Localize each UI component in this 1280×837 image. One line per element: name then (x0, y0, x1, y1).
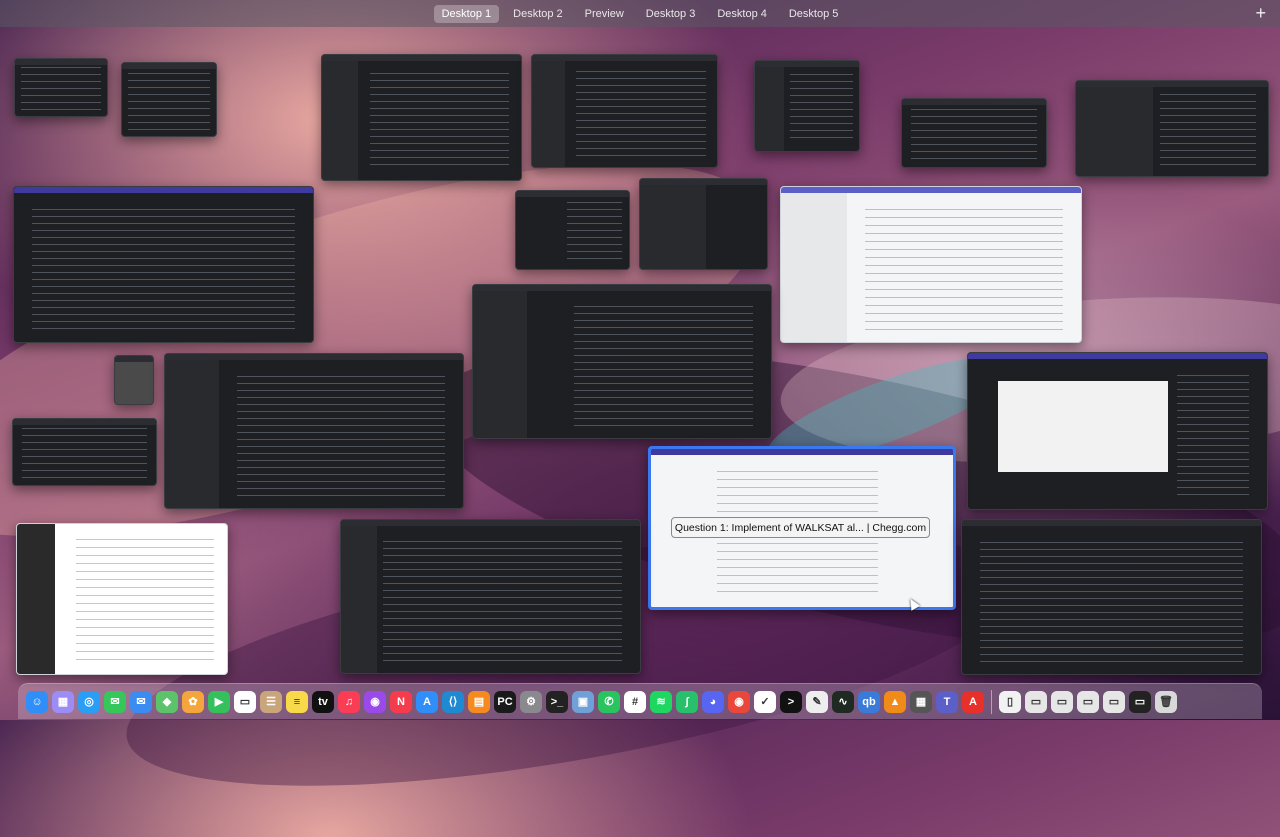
mail-icon[interactable]: ✉ (130, 690, 152, 713)
document-icon[interactable]: ▯ (999, 690, 1021, 713)
stack-3-icon[interactable]: ▭ (1077, 690, 1099, 713)
slack-icon[interactable]: # (624, 690, 646, 713)
window-chat-dark[interactable] (1075, 80, 1269, 177)
window-document-notes[interactable] (16, 523, 228, 675)
add-space-icon[interactable]: + (1255, 3, 1266, 23)
acrobat-icon[interactable]: A (962, 690, 984, 713)
calculator-icon[interactable]: ▦ (910, 690, 932, 713)
photos-icon[interactable]: ✿ (182, 690, 204, 713)
stack-5-icon[interactable]: ▭ (1129, 690, 1151, 713)
maps-icon[interactable]: ◆ (156, 690, 178, 713)
window-github-dark[interactable] (13, 186, 314, 343)
console-icon[interactable]: > (780, 690, 802, 713)
window-data-table[interactable] (340, 519, 641, 674)
preview-icon[interactable]: ▣ (572, 690, 594, 713)
terminal-icon[interactable]: >_ (546, 690, 568, 713)
window-terminal-apple-logo[interactable] (515, 190, 630, 270)
space-tab-desktop-4[interactable]: Desktop 4 (709, 5, 775, 23)
finder-icon[interactable]: ☺ (26, 690, 48, 713)
space-tab-desktop-5[interactable]: Desktop 5 (781, 5, 847, 23)
window-pycharm[interactable] (961, 519, 1262, 675)
contacts-icon[interactable]: ☰ (260, 690, 282, 713)
window-discord[interactable] (321, 54, 522, 181)
system-settings-icon[interactable]: ⚙ (520, 690, 542, 713)
trash-icon[interactable]: 🗑 (1155, 690, 1177, 713)
window-notes-small[interactable] (121, 62, 217, 137)
spotify-icon[interactable]: ≋ (650, 690, 672, 713)
vlc-icon[interactable]: ▲ (884, 690, 906, 713)
window-finder-small[interactable] (12, 418, 157, 486)
whatsapp-icon[interactable]: ✆ (598, 690, 620, 713)
music-icon[interactable]: ♫ (338, 690, 360, 713)
spaces-bar: Desktop 1 Desktop 2 Preview Desktop 3 De… (0, 0, 1280, 27)
window-books-library[interactable] (531, 54, 718, 168)
safari-icon[interactable]: ◎ (78, 690, 100, 713)
space-tab-preview[interactable]: Preview (577, 5, 632, 23)
space-tab-desktop-2[interactable]: Desktop 2 (505, 5, 571, 23)
books-icon[interactable]: ▤ (468, 690, 490, 713)
window-video-lecture[interactable] (967, 352, 1268, 510)
pycharm-icon[interactable]: PC (494, 690, 516, 713)
facetime-icon[interactable]: ▶ (208, 690, 230, 713)
vscode-icon[interactable]: ⟨⟩ (442, 690, 464, 713)
discord-icon[interactable]: ◕ (702, 690, 724, 713)
space-tab-desktop-3[interactable]: Desktop 3 (638, 5, 704, 23)
notes-icon[interactable]: ≡ (286, 690, 308, 713)
messages-icon[interactable]: ✉ (104, 690, 126, 713)
window-discord-large[interactable] (164, 353, 464, 509)
calendar-icon[interactable]: ▭ (234, 690, 256, 713)
window-app-store[interactable] (639, 178, 768, 270)
launchpad-icon[interactable]: ▦ (52, 690, 74, 713)
window-settings-dark[interactable] (754, 60, 860, 152)
activity-monitor-icon[interactable]: ∿ (832, 690, 854, 713)
qbittorrent-icon[interactable]: qb (858, 690, 880, 713)
tv-icon[interactable]: tv (312, 690, 334, 713)
mathematica-icon[interactable]: ∫ (676, 690, 698, 713)
window-vscode[interactable] (472, 284, 772, 439)
dock: ☺ ▦ ◎ ✉ ✉ ◆ ✿ ▶ ▭ ☰ ≡ tv ♫ ◉ N A ⟨⟩ ▤ PC ⚙ >_ ▣ ✆ # ≋ ∫ ◕ ◉ ✓ > ✎ ∿ qb ▲ ▦… (18, 683, 1262, 719)
stack-2-icon[interactable]: ▭ (1051, 690, 1073, 713)
window-activity-list[interactable] (901, 98, 1047, 168)
podcasts-icon[interactable]: ◉ (364, 690, 386, 713)
window-teams-chat[interactable] (780, 186, 1082, 343)
teams-icon[interactable]: T (936, 690, 958, 713)
stack-1-icon[interactable]: ▭ (1025, 690, 1047, 713)
script-editor-icon[interactable]: ✎ (806, 690, 828, 713)
stack-4-icon[interactable]: ▭ (1103, 690, 1125, 713)
chrome-icon[interactable]: ◉ (728, 690, 750, 713)
app-store-icon[interactable]: A (416, 690, 438, 713)
news-icon[interactable]: N (390, 690, 412, 713)
window-terminal-neofetch[interactable] (14, 58, 108, 117)
dock-separator (991, 689, 992, 714)
window-calculator[interactable] (114, 355, 154, 405)
tasks-icon[interactable]: ✓ (754, 690, 776, 713)
window-title-tooltip: Question 1: Implement of WALKSAT al... |… (671, 517, 930, 538)
space-tab-desktop-1[interactable]: Desktop 1 (433, 4, 500, 23)
